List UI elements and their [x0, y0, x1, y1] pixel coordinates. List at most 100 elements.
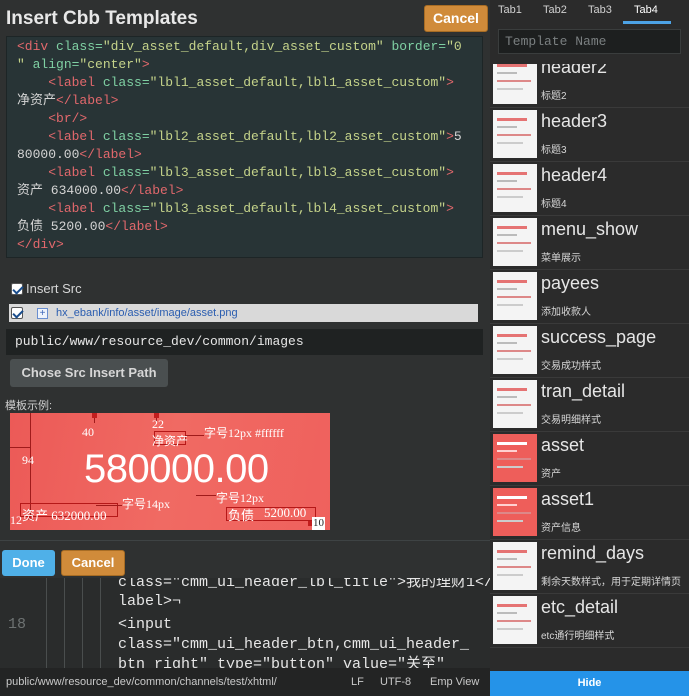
thumbnail-stripe — [497, 550, 527, 553]
tab-2[interactable]: Tab2 — [543, 4, 567, 16]
tab-1[interactable]: Tab1 — [498, 4, 522, 16]
template-thumbnail — [493, 434, 537, 482]
template-code-preview[interactable]: <div class="div_asset_default,div_asset_… — [6, 36, 483, 258]
indent-guide — [46, 578, 47, 668]
chose-src-insert-path-button[interactable]: Chose Src Insert Path — [10, 359, 168, 387]
thumbnail-stripe — [497, 404, 531, 406]
template-item-menu_show[interactable]: menu_show 菜单展示 — [490, 216, 689, 270]
template-sidebar: Tab1 Tab2 Tab3 Tab4 Template Name header… — [490, 0, 689, 696]
insert-src-label: Insert Src — [26, 281, 82, 296]
template-item-asset1[interactable]: asset1 资产信息 — [490, 486, 689, 540]
template-list[interactable]: header2 标题2 header3 标题3 header4 标题4 menu_show 菜… — [490, 64, 689, 668]
sidebar-tabs: Tab1 Tab2 Tab3 Tab4 — [490, 0, 689, 24]
label-asset: 资产 632000.00 — [22, 508, 107, 523]
template-item-etc_detail[interactable]: etc_detail etc通行明细样式 — [490, 594, 689, 648]
thumbnail-stripe — [497, 304, 523, 306]
thumbnail-stripe — [497, 466, 523, 468]
dim-12-label: 12 — [10, 513, 22, 527]
code-token: </label> — [105, 219, 168, 234]
code-token: " — [17, 57, 33, 72]
code-token: > — [446, 165, 454, 180]
status-line-ending[interactable]: LF — [351, 668, 364, 696]
cancel-top-button[interactable]: Cancel — [424, 5, 488, 32]
editor-line: class="cmm_ui_header_btn,cmm_ui_header_ — [118, 636, 470, 653]
dim-marker — [92, 413, 97, 418]
template-item-header3[interactable]: header3 标题3 — [490, 108, 689, 162]
dim-40-label: 40 — [82, 425, 94, 439]
dim-22-label: 22 — [152, 417, 164, 431]
template-item-name: remind_days — [541, 543, 645, 563]
thumbnail-stripe — [497, 296, 531, 298]
code-line: 净资产</label> — [17, 92, 482, 110]
code-line: 资产 634000.00</label> — [17, 182, 482, 200]
status-path[interactable]: public/www/resource_dev/common/channels/… — [6, 668, 277, 696]
template-thumbnail — [493, 326, 537, 374]
insert-cbb-templates-window: Insert Cbb Templates Cancel <div class="… — [0, 0, 689, 696]
template-item-tran_detail[interactable]: tran_detail 交易明细样式 — [490, 378, 689, 432]
template-item-desc: 添加收款人 — [541, 307, 591, 318]
code-token: class= — [102, 129, 150, 144]
template-item-header2[interactable]: header2 标题2 — [490, 64, 689, 108]
template-item-name: header3 — [541, 111, 608, 131]
code-token: <div — [17, 39, 57, 54]
code-token: <label — [48, 165, 103, 180]
code-token: class= — [102, 165, 150, 180]
status-view[interactable]: Emp View — [430, 668, 479, 696]
template-name-search-input[interactable]: Template Name — [498, 29, 681, 54]
code-token: align= — [32, 57, 80, 72]
code-line: <label class="lbl3_asset_default,lbl3_as… — [17, 164, 482, 182]
status-encoding[interactable]: UTF-8 — [380, 668, 411, 696]
code-line: <br/> — [17, 110, 482, 128]
template-item-name: header2 — [541, 64, 608, 77]
template-thumbnail — [493, 272, 537, 320]
insert-src-checkbox[interactable] — [11, 282, 23, 295]
template-thumbnail — [493, 488, 537, 536]
template-item-asset[interactable]: asset 资产 — [490, 432, 689, 486]
template-item-remind_days[interactable]: remind_days 剩余天数样式，用于定期详情页 — [490, 540, 689, 594]
template-item-name: asset1 — [541, 489, 595, 509]
code-token: "lbl2_asset_default,lbl2_asset_custom" — [149, 129, 447, 144]
thumbnail-stripe — [497, 558, 517, 560]
thumbnail-stripe — [497, 64, 527, 67]
ann-pointer — [186, 435, 204, 436]
thumbnail-stripe — [497, 458, 531, 460]
hide-button[interactable]: Hide — [490, 671, 689, 696]
code-token: </label> — [56, 93, 119, 108]
template-item-header4[interactable]: header4 标题4 — [490, 162, 689, 216]
thumbnail-stripe — [497, 126, 517, 128]
template-item-desc: 交易成功样式 — [541, 361, 601, 372]
thumbnail-stripe — [497, 234, 517, 236]
thumbnail-stripe — [497, 88, 523, 90]
cancel-button[interactable]: Cancel — [61, 550, 125, 576]
dialog-panel: Insert Cbb Templates Cancel <div class="… — [0, 0, 490, 696]
editor-line: <input — [118, 616, 173, 633]
thumbnail-stripe — [497, 450, 517, 452]
code-token: "lbl3_asset_default,lbl3_asset_custom" — [149, 165, 447, 180]
template-item-success_page[interactable]: success_page 交易成功样式 — [490, 324, 689, 378]
tab-3[interactable]: Tab3 — [588, 4, 612, 16]
code-token: <label — [48, 75, 103, 90]
template-item-desc: 剩余天数样式，用于定期详情页 — [541, 577, 681, 588]
thumbnail-stripe — [497, 350, 531, 352]
src-insert-path-input[interactable]: public/www/resource_dev/common/images — [6, 329, 483, 355]
template-thumbnail — [493, 110, 537, 158]
template-item-desc: 资产 — [541, 469, 561, 480]
code-token: 净资产 — [17, 93, 57, 108]
thumbnail-stripe — [497, 280, 527, 283]
insert-src-option[interactable]: Insert Src — [11, 281, 82, 296]
done-button[interactable]: Done — [2, 550, 55, 576]
expand-plus-icon[interactable]: + — [37, 307, 48, 319]
code-line: " align="center"> — [17, 56, 482, 74]
tab-4[interactable]: Tab4 — [634, 4, 658, 16]
src-file-row[interactable]: + hx_ebank/info/asset/image/asset.png — [9, 304, 478, 322]
template-item-name: etc_detail — [541, 597, 619, 617]
code-token: 负债 5200.00 — [17, 219, 106, 234]
src-file-checkbox[interactable] — [11, 307, 23, 319]
template-item-desc: 资产信息 — [541, 523, 581, 534]
template-item-payees[interactable]: payees 添加收款人 — [490, 270, 689, 324]
code-editor[interactable]: class="cmm_ui_header_lbl_title">我的理财1</ … — [0, 578, 490, 668]
code-token: 5 — [453, 129, 462, 144]
dim-10-label: 10 — [312, 517, 325, 530]
code-token: 资产 634000.00 — [17, 183, 122, 198]
